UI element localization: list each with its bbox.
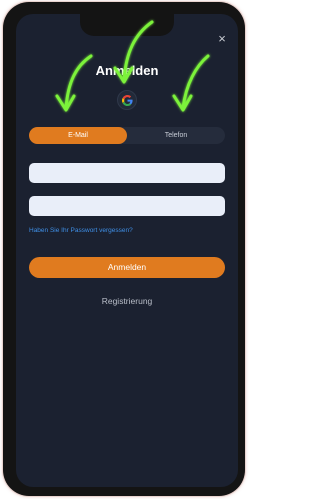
- tab-email[interactable]: E-Mail: [29, 127, 127, 144]
- phone-frame: × Anmelden E-Mail Telefon Haben Sie Ihr …: [3, 2, 245, 496]
- register-link[interactable]: Registrierung: [16, 296, 238, 306]
- login-button[interactable]: Anmelden: [29, 257, 225, 278]
- tab-phone[interactable]: Telefon: [127, 127, 225, 144]
- password-field[interactable]: [29, 196, 225, 216]
- close-icon[interactable]: ×: [215, 32, 229, 46]
- email-field[interactable]: [29, 163, 225, 183]
- phone-notch: [80, 14, 174, 36]
- login-method-tabs: E-Mail Telefon: [29, 127, 225, 144]
- forgot-password-link[interactable]: Haben Sie Ihr Passwort vergessen?: [29, 227, 133, 234]
- page-title: Anmelden: [95, 63, 159, 78]
- google-icon: [121, 94, 133, 106]
- login-screen: × Anmelden E-Mail Telefon Haben Sie Ihr …: [16, 14, 238, 487]
- google-login-button[interactable]: [117, 90, 137, 110]
